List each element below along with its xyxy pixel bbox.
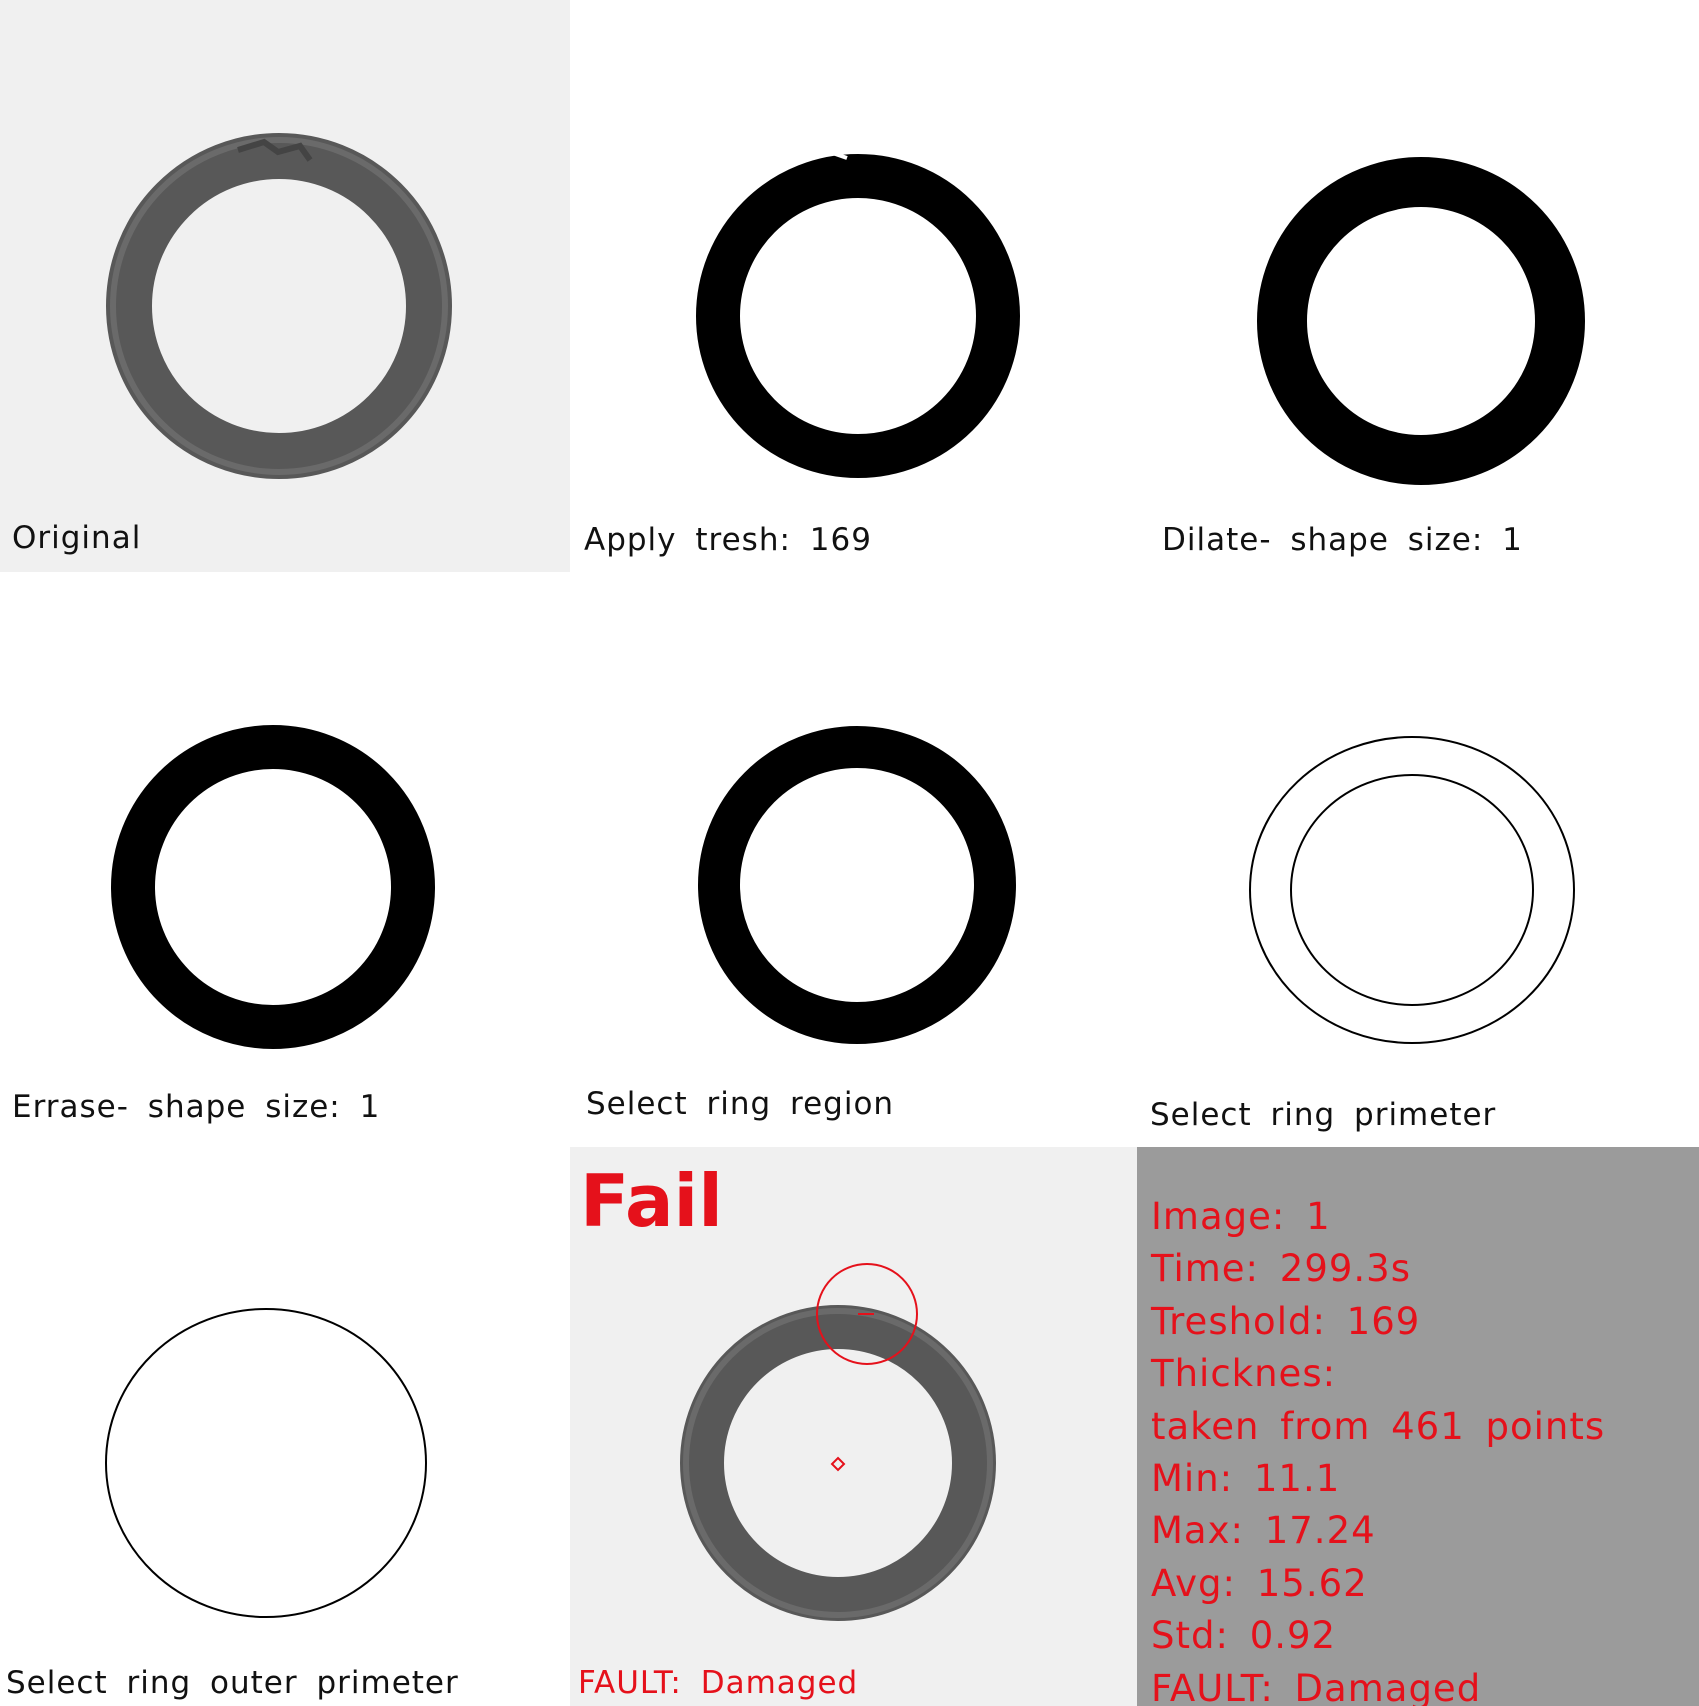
result-fault-caption: FAULT: Damaged: [578, 1665, 859, 1701]
stat-min: Min: 11.1: [1151, 1457, 1341, 1501]
stat-image: Image: 1: [1151, 1195, 1331, 1238]
perimeter-contours-image: [1249, 736, 1575, 1044]
stat-avg: Avg: 15.62: [1151, 1561, 1368, 1605]
region-ring-image: [698, 726, 1016, 1044]
panel-region-caption: Select ring region: [586, 1086, 895, 1122]
stat-points: taken from 461 points: [1151, 1404, 1606, 1448]
erase-ring-image: [111, 725, 435, 1049]
stat-time: Time: 299.3s: [1151, 1247, 1411, 1291]
panel-dilate: Dilate- shape size: 1: [1148, 0, 1699, 572]
panel-dilate-caption: Dilate- shape size: 1: [1162, 522, 1523, 558]
panel-result: Fail FAULT: Damaged: [570, 1147, 1137, 1706]
panel-erase: Errase- shape size: 1: [0, 572, 570, 1147]
panel-erase-caption: Errase- shape size: 1: [12, 1089, 381, 1125]
center-marker: [830, 1456, 846, 1472]
panel-outer: Select ring outer primeter: [0, 1147, 570, 1706]
stat-fault: FAULT: Damaged: [1151, 1666, 1482, 1706]
stat-thickness-label: Thicknes:: [1151, 1352, 1337, 1396]
result-verdict: Fail: [580, 1159, 723, 1243]
panel-original: Original: [0, 0, 570, 572]
stat-std: Std: 0.92: [1151, 1614, 1337, 1658]
stat-max: Max: 17.24: [1151, 1509, 1376, 1553]
panel-outer-caption: Select ring outer primeter: [6, 1665, 459, 1701]
outer-contour-image: [105, 1308, 427, 1618]
stats-list: Image: 1 Time: 299.3s Treshold: 169 Thic…: [1151, 1191, 1605, 1706]
original-ring-image: [106, 133, 452, 479]
panel-perimeter-caption: Select ring primeter: [1150, 1097, 1497, 1133]
threshold-ring-image: [696, 147, 1020, 478]
stat-threshold: Treshold: 169: [1151, 1299, 1421, 1343]
panel-stats: Image: 1 Time: 299.3s Treshold: 169 Thic…: [1137, 1147, 1699, 1706]
panel-region: Select ring region: [572, 572, 1136, 1142]
panel-perimeter: Select ring primeter: [1138, 572, 1699, 1147]
panel-threshold-caption: Apply tresh: 169: [584, 522, 872, 558]
dilate-ring-image: [1257, 157, 1585, 485]
panel-threshold: Apply tresh: 169: [572, 0, 1146, 572]
panel-original-caption: Original: [12, 520, 142, 556]
